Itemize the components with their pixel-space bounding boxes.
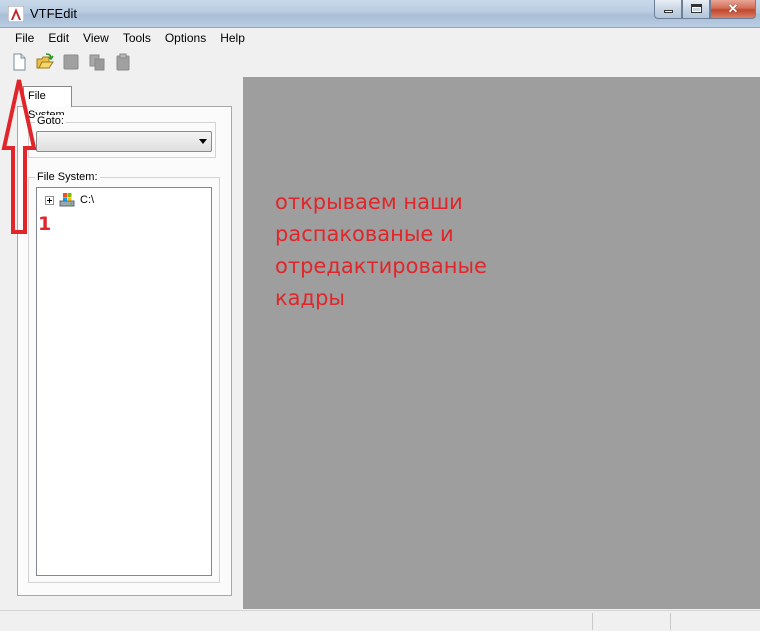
paste-icon [116,53,130,71]
save-icon [63,54,79,70]
annotation-line: открываем наши [275,190,463,214]
menu-view[interactable]: View [76,29,116,48]
chevron-down-icon [199,139,207,144]
menu-tools[interactable]: Tools [116,29,158,48]
paste-button[interactable] [114,53,132,71]
annotation-line: распакованые и [275,222,454,246]
drive-icon [58,192,76,208]
new-file-icon [13,53,26,71]
menu-edit[interactable]: Edit [41,29,76,48]
menu-help[interactable]: Help [213,29,252,48]
toolbar [0,50,760,74]
minimize-icon [664,10,673,13]
expand-icon[interactable] [45,195,54,205]
file-system-tree[interactable]: C:\ [36,187,212,576]
window-controls: ✕ [654,0,756,19]
window-title: VTFEdit [30,6,77,21]
tree-item[interactable]: C:\ [45,192,94,208]
close-button[interactable]: ✕ [710,0,756,19]
annotation-line: отредактированые [275,254,487,278]
goto-dropdown[interactable] [36,131,212,152]
new-file-button[interactable] [10,53,28,71]
status-bar [0,610,760,631]
open-folder-button[interactable] [36,53,54,71]
copy-button[interactable] [88,53,106,71]
title-bar[interactable]: VTFEdit ✕ [0,0,760,28]
open-folder-icon [36,53,54,69]
annotation-text: открываем наши распакованые и отредактир… [275,186,595,314]
copy-icon [89,54,105,71]
annotation-arrow [1,79,37,234]
minimize-button[interactable] [654,0,682,19]
annotation-line: кадры [275,286,345,310]
maximize-button[interactable] [682,0,710,19]
menu-bar: File Edit View Tools Options Help [0,29,760,48]
app-window: VTFEdit ✕ File Edit View Tools Options H… [0,0,760,631]
menu-file[interactable]: File [8,29,41,48]
close-icon: ✕ [727,1,739,16]
file-system-label: File System: [35,171,100,183]
menu-options[interactable]: Options [158,29,213,48]
tree-item-label: C:\ [80,194,95,206]
step-number: 1 [38,213,52,235]
workspace-area [243,77,760,609]
save-button[interactable] [62,53,80,71]
status-pane [592,613,670,630]
status-pane [670,613,758,630]
app-logo-icon [7,5,25,23]
maximize-icon [691,4,702,13]
